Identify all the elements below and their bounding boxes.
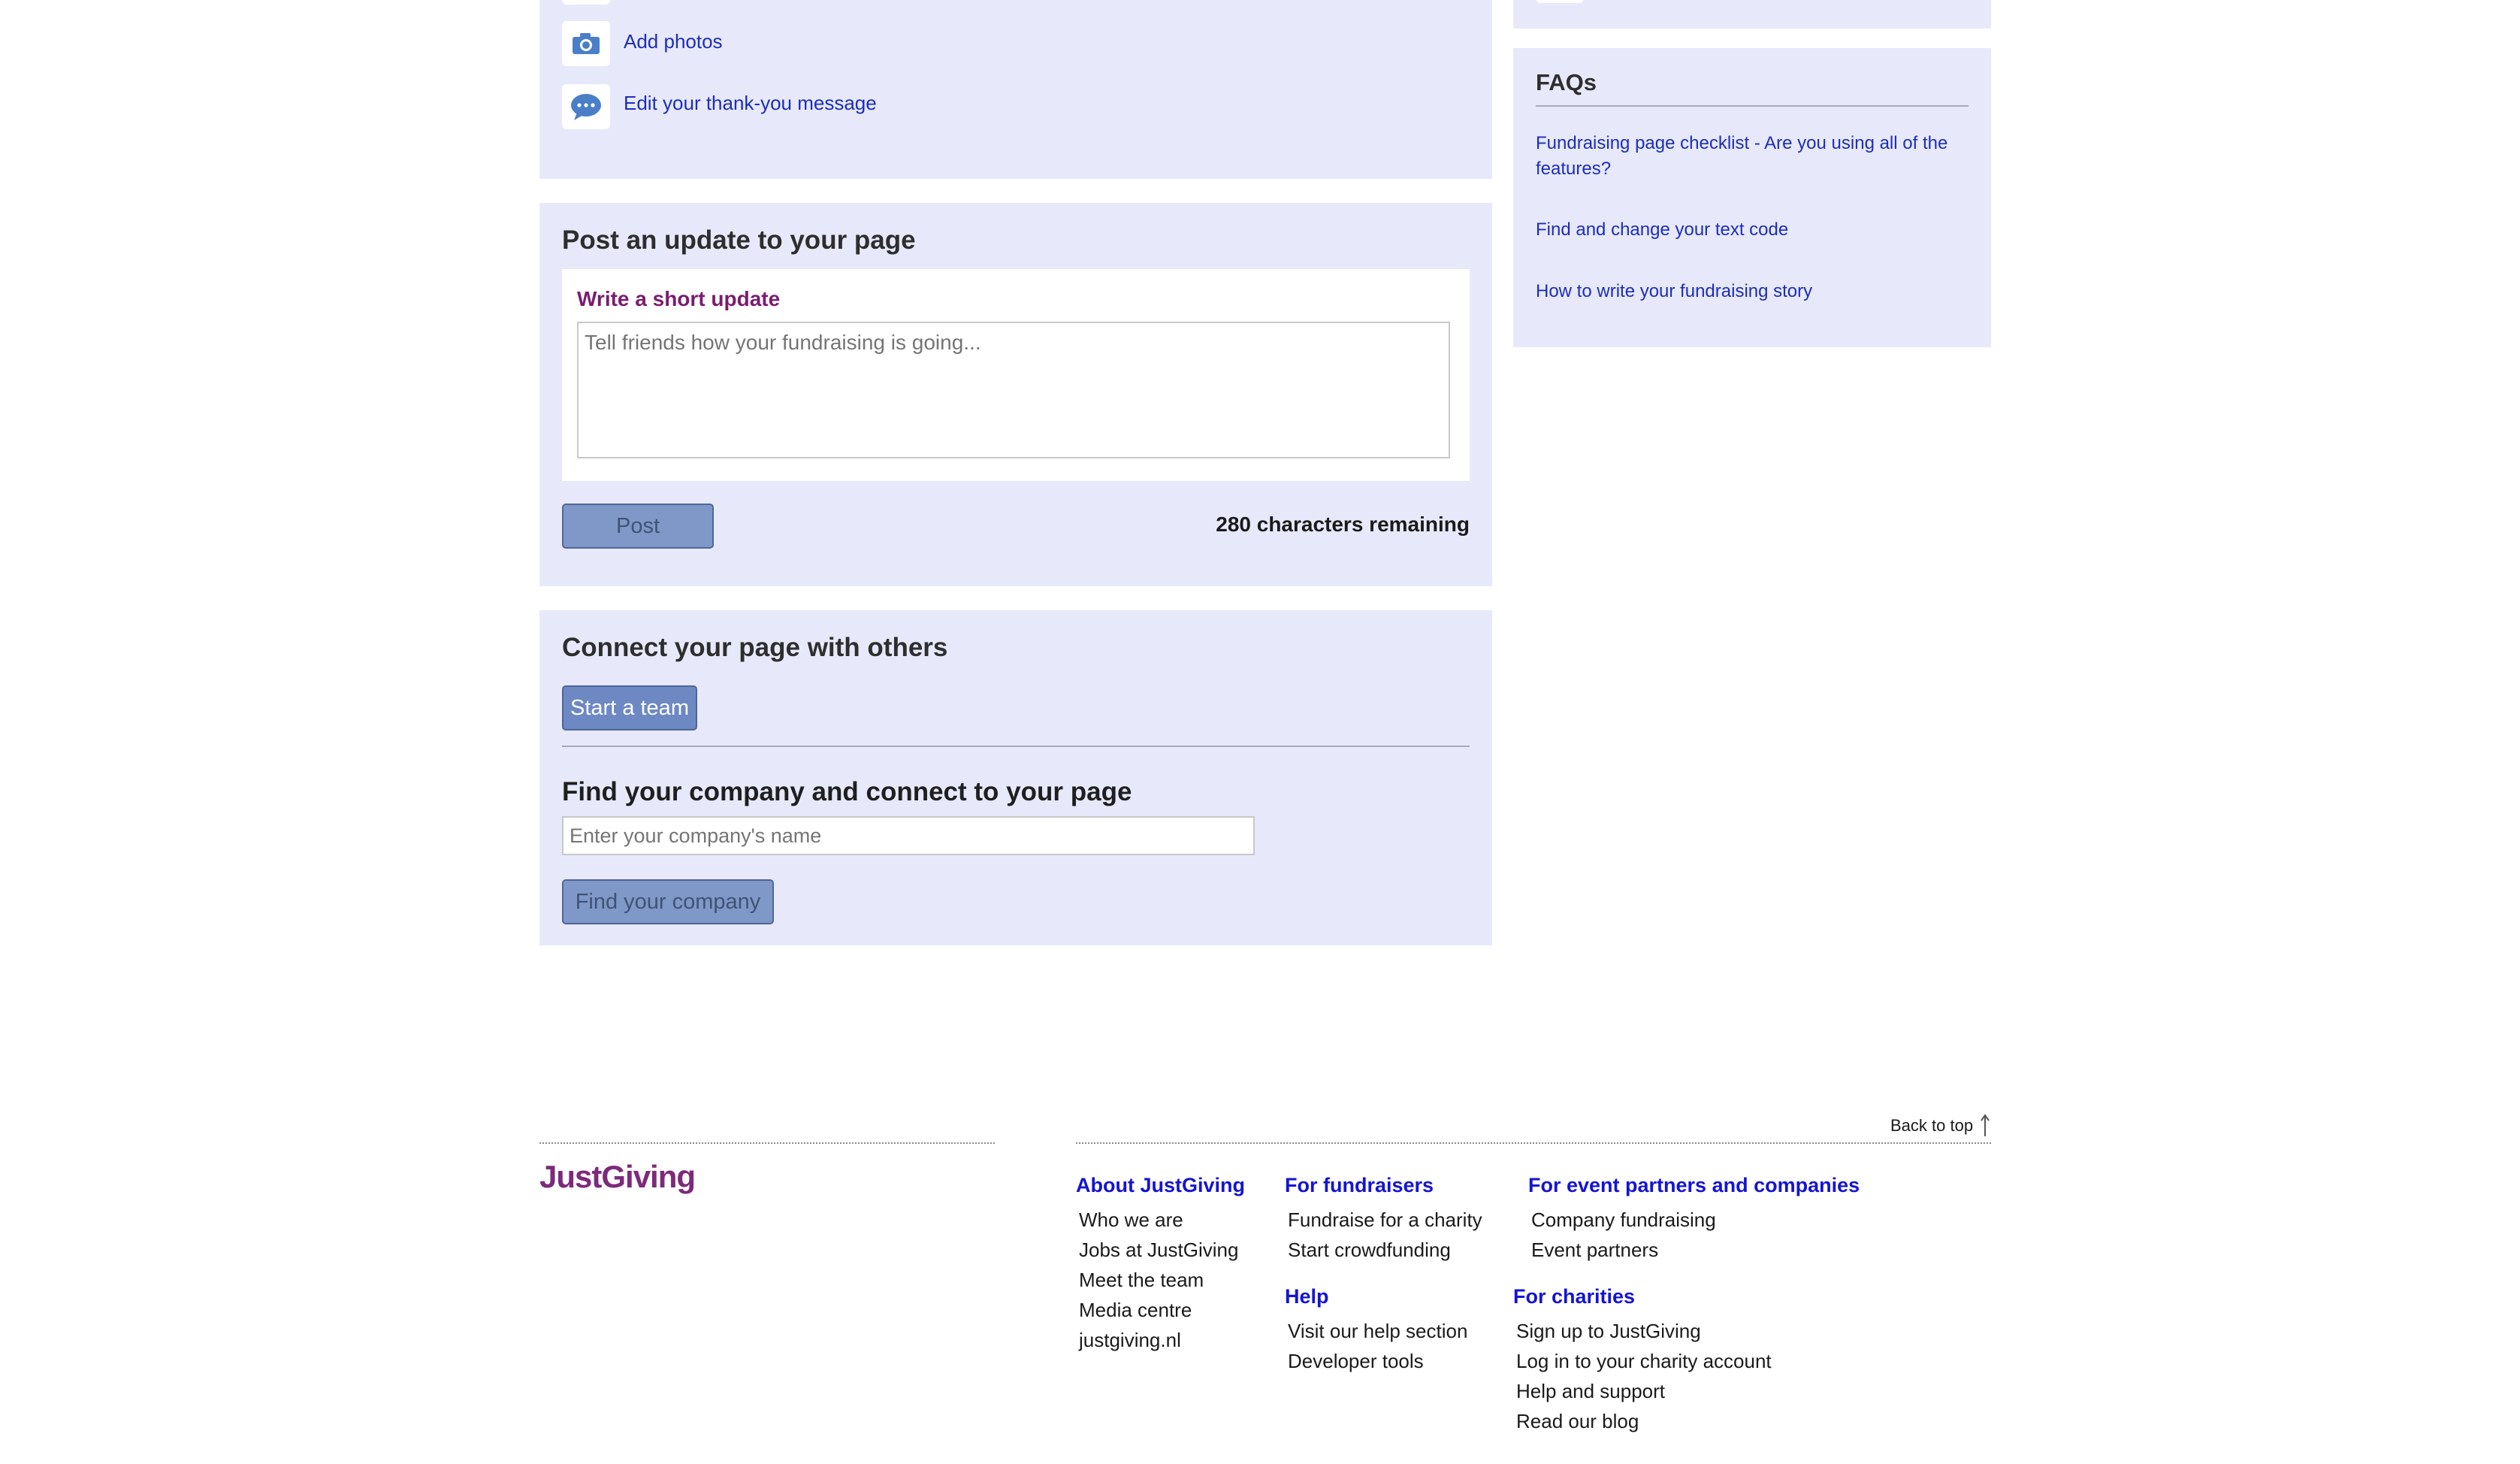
justgiving-logo[interactable]: JustGiving (539, 1159, 696, 1195)
footer-heading-about: About JustGiving (1076, 1174, 1245, 1196)
update-textarea[interactable] (577, 322, 1450, 458)
footer-link-blog[interactable]: Read our blog (1516, 1410, 1639, 1433)
faq-link-checklist[interactable]: Fundraising page checklist - Are you usi… (1536, 131, 1956, 182)
footer-link-charity-signup[interactable]: Sign up to JustGiving (1516, 1320, 1701, 1343)
footer-link-who-we-are[interactable]: Who we are (1079, 1208, 1183, 1232)
sidebar-item-icon-box (1536, 0, 1584, 3)
post-update-title: Post an update to your page (562, 225, 916, 255)
footer-link-fundraise-charity[interactable]: Fundraise for a charity (1288, 1208, 1482, 1232)
faqs-panel: FAQs Fundraising page checklist - Are yo… (1513, 48, 1991, 347)
footer-link-justgiving-nl[interactable]: justgiving.nl (1079, 1329, 1181, 1352)
arrow-up-icon (1981, 1114, 1990, 1136)
manage-page-panel: Add photos Edit your thank-you message (539, 0, 1492, 179)
camera-icon[interactable] (562, 21, 610, 66)
update-label: Write a short update (577, 287, 781, 310)
post-update-panel: Post an update to your page Write a shor… (539, 203, 1492, 586)
faq-link-story[interactable]: How to write your fundraising story (1536, 281, 1812, 302)
divider (562, 746, 1470, 747)
previous-item-icon-box (562, 0, 610, 5)
speech-bubble-icon[interactable] (562, 84, 610, 129)
find-company-button[interactable]: Find your company (562, 879, 774, 924)
post-button[interactable]: Post (562, 504, 714, 549)
footer-heading-charities: For charities (1513, 1285, 1636, 1308)
edit-thank-you-link[interactable]: Edit your thank-you message (624, 92, 877, 115)
footer-link-meet-team[interactable]: Meet the team (1079, 1269, 1204, 1292)
footer-link-event-partners[interactable]: Event partners (1531, 1239, 1658, 1262)
add-photos-link[interactable]: Add photos (624, 30, 723, 53)
connect-panel: Connect your page with others Start a te… (539, 610, 1492, 945)
company-name-input[interactable] (562, 816, 1255, 855)
back-to-top-link[interactable]: Back to top (1890, 1114, 1990, 1138)
footer-link-company-fundraising[interactable]: Company fundraising (1531, 1208, 1716, 1232)
characters-remaining: 280 characters remaining (1216, 513, 1470, 536)
footer-link-media-centre[interactable]: Media centre (1079, 1299, 1192, 1322)
faqs-title: FAQs (1536, 69, 1597, 95)
footer-heading-fundraisers: For fundraisers (1285, 1174, 1434, 1196)
footer-divider-left (539, 1142, 995, 1144)
start-team-button[interactable]: Start a team (562, 685, 697, 730)
footer-link-developer-tools[interactable]: Developer tools (1288, 1350, 1424, 1373)
footer-link-charity-login[interactable]: Log in to your charity account (1516, 1350, 1772, 1373)
footer-link-jobs[interactable]: Jobs at JustGiving (1079, 1239, 1238, 1262)
company-title: Find your company and connect to your pa… (562, 777, 1132, 806)
back-to-top-label: Back to top (1890, 1116, 1974, 1135)
footer-heading-event-partners: For event partners and companies (1528, 1174, 1860, 1196)
connect-title: Connect your page with others (562, 633, 948, 662)
footer-heading-help: Help (1285, 1285, 1329, 1308)
footer-link-crowdfunding[interactable]: Start crowdfunding (1288, 1239, 1451, 1262)
footer-link-help-section[interactable]: Visit our help section (1288, 1320, 1467, 1343)
footer-divider-right (1076, 1142, 1991, 1144)
faqs-divider (1536, 105, 1969, 107)
update-form-box: Write a short update (562, 269, 1470, 481)
faq-link-text-code[interactable]: Find and change your text code (1536, 219, 1788, 240)
sidebar-top-panel (1513, 0, 1991, 29)
footer-link-help-support[interactable]: Help and support (1516, 1380, 1665, 1403)
